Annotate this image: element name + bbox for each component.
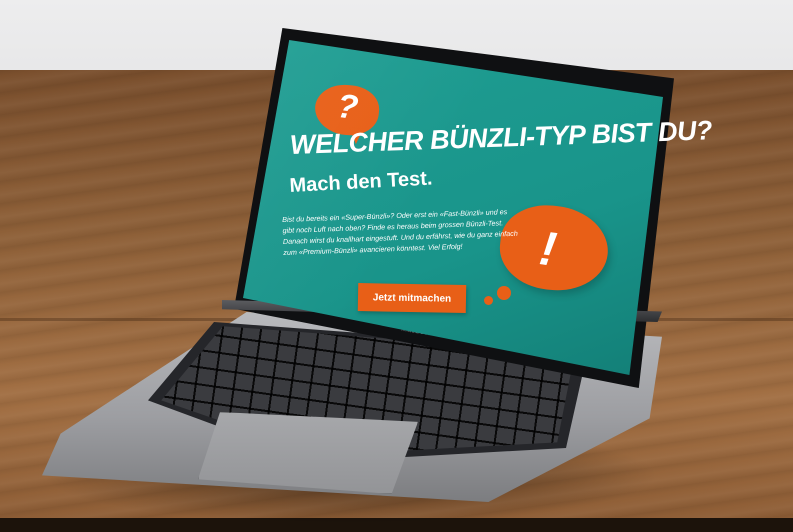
thought-dot-small: [484, 296, 493, 305]
photo-scene: MacBook Air ? ! WELCHER BÜNZLI-TYP BIST …: [0, 0, 793, 532]
intro-paragraph: Bist du bereits ein «Super-Bünzli»? Oder…: [282, 207, 518, 257]
trackpad: [198, 412, 418, 494]
start-test-button[interactable]: Jetzt mitmachen: [357, 283, 467, 313]
thought-dot-large: [497, 286, 511, 300]
